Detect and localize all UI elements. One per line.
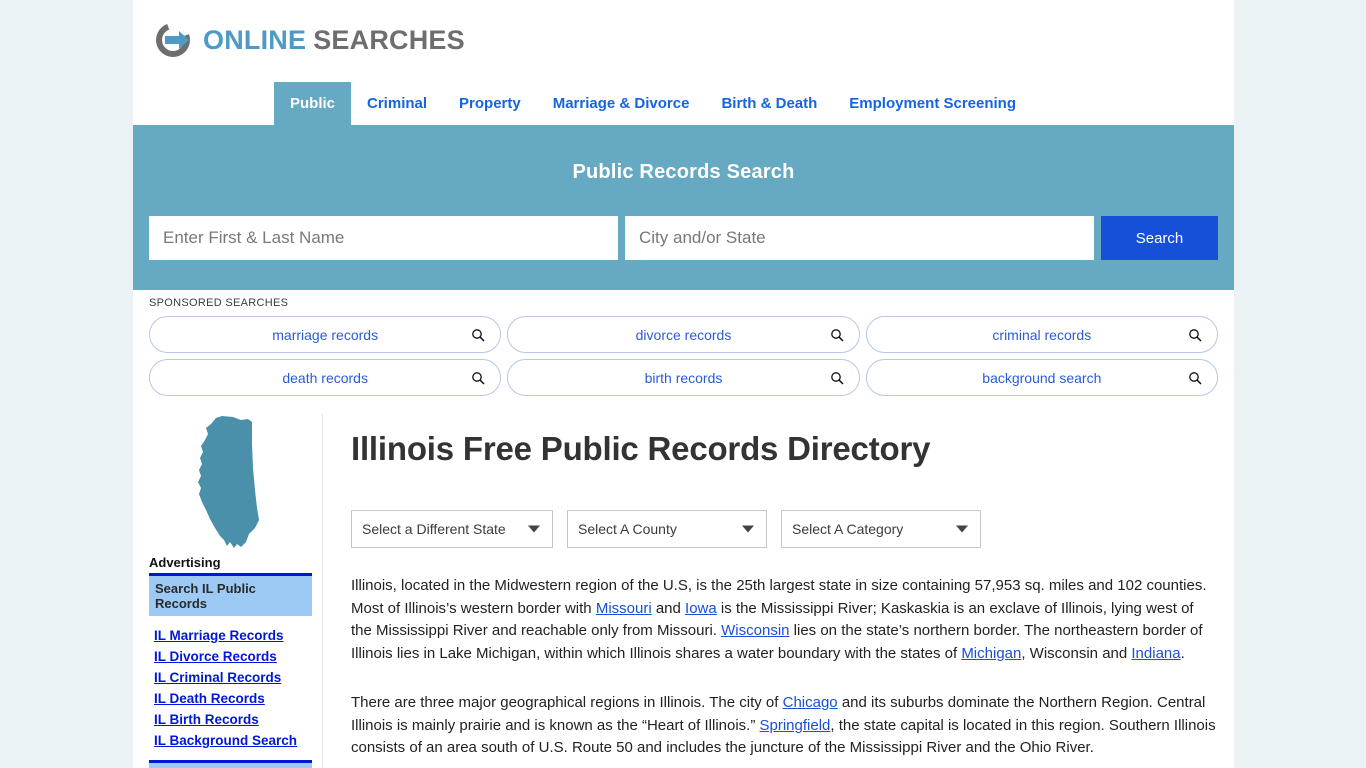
advertising-label: Advertising bbox=[149, 555, 221, 570]
tab-public[interactable]: Public bbox=[274, 82, 352, 125]
paragraph-text: , Wisconsin and bbox=[1021, 644, 1132, 662]
link-michigan[interactable]: Michigan bbox=[961, 645, 1021, 662]
select-county-dropdown[interactable]: Select A County bbox=[567, 510, 767, 548]
magnifier-icon bbox=[830, 371, 844, 385]
sponsored-chip-row-1: marriage records divorce records crimina… bbox=[149, 316, 1218, 353]
link-indiana[interactable]: Indiana bbox=[1131, 645, 1180, 662]
magnifier-icon bbox=[830, 328, 844, 342]
select-category-dropdown[interactable]: Select A Category bbox=[781, 510, 981, 548]
sidebar-link-il-divorce-records[interactable]: IL Divorce Records bbox=[154, 649, 312, 664]
chip-label: birth records bbox=[644, 369, 723, 386]
sidebar-ad-links: IL Marriage Records IL Divorce Records I… bbox=[149, 628, 312, 748]
sponsored-chip-marriage-records[interactable]: marriage records bbox=[149, 316, 502, 353]
intro-paragraph-2: There are three major geographical regio… bbox=[351, 692, 1218, 760]
magnifier-icon bbox=[471, 328, 485, 342]
page-title: Illinois Free Public Records Directory bbox=[351, 430, 931, 467]
name-search-input[interactable] bbox=[149, 216, 618, 260]
chevron-down-icon bbox=[956, 525, 968, 533]
tab-marriage-divorce[interactable]: Marriage & Divorce bbox=[537, 82, 706, 125]
chevron-down-icon bbox=[742, 525, 754, 533]
site-logo[interactable]: ONLINE SEARCHES bbox=[151, 18, 465, 62]
link-missouri[interactable]: Missouri bbox=[596, 600, 652, 617]
illinois-state-map-icon bbox=[189, 416, 273, 554]
state-map-wrap bbox=[149, 414, 312, 550]
search-il-public-records-header[interactable]: Search IL Public Records bbox=[149, 573, 312, 616]
link-wisconsin[interactable]: Wisconsin bbox=[721, 622, 789, 639]
sponsored-chip-birth-records[interactable]: birth records bbox=[507, 359, 860, 396]
link-iowa[interactable]: Iowa bbox=[685, 600, 717, 617]
sponsored-chip-divorce-records[interactable]: divorce records bbox=[507, 316, 860, 353]
sidebar: Advertising Search IL Public Records IL … bbox=[149, 414, 323, 768]
sponsored-searches-label: SPONSORED SEARCHES bbox=[149, 297, 289, 309]
select-category-value: Select A Category bbox=[792, 521, 904, 537]
main-navigation: Public Criminal Property Marriage & Divo… bbox=[133, 82, 1234, 125]
paragraph-text: . bbox=[1180, 644, 1185, 662]
sidebar-link-il-birth-records[interactable]: IL Birth Records bbox=[154, 712, 312, 727]
link-springfield[interactable]: Springfield bbox=[760, 717, 831, 734]
logo-wordmark: ONLINE SEARCHES bbox=[203, 25, 465, 56]
search-button[interactable]: Search bbox=[1101, 216, 1218, 260]
search-form: Search bbox=[149, 216, 1218, 260]
page-container: ONLINE SEARCHES Public Criminal Property … bbox=[133, 0, 1234, 768]
sponsored-chip-row-2: death records birth records background s… bbox=[149, 359, 1218, 396]
location-search-input[interactable] bbox=[625, 216, 1094, 260]
public-records-search-panel: Public Records Search Search bbox=[133, 125, 1234, 290]
magnifier-icon bbox=[471, 371, 485, 385]
sponsored-chip-death-records[interactable]: death records bbox=[149, 359, 502, 396]
sidebar-link-il-criminal-records[interactable]: IL Criminal Records bbox=[154, 670, 312, 685]
select-county-value: Select A County bbox=[578, 521, 677, 537]
paragraph-text: and bbox=[651, 599, 686, 617]
content-area: Advertising Search IL Public Records IL … bbox=[133, 402, 1234, 768]
link-chicago[interactable]: Chicago bbox=[783, 694, 838, 711]
chip-label: divorce records bbox=[635, 326, 732, 343]
tab-criminal[interactable]: Criminal bbox=[351, 82, 443, 125]
search-records-by-name-header[interactable]: Search Records By Name bbox=[149, 760, 312, 768]
circular-arrow-icon bbox=[151, 18, 195, 62]
main-column: Illinois Free Public Records Directory S… bbox=[323, 414, 1218, 768]
chip-label: background search bbox=[982, 369, 1102, 386]
select-state-dropdown[interactable]: Select a Different State bbox=[351, 510, 553, 548]
sidebar-link-il-background-search[interactable]: IL Background Search bbox=[154, 733, 312, 748]
logo-word-searches: SEARCHES bbox=[313, 24, 465, 55]
magnifier-icon bbox=[1188, 371, 1202, 385]
chip-label: death records bbox=[282, 369, 368, 386]
logo-word-online: ONLINE bbox=[203, 24, 307, 55]
site-header: ONLINE SEARCHES bbox=[133, 0, 1234, 82]
sidebar-link-il-death-records[interactable]: IL Death Records bbox=[154, 691, 312, 706]
filter-selects: Select a Different State Select A County… bbox=[351, 510, 1218, 548]
chip-label: criminal records bbox=[992, 326, 1092, 343]
chip-label: marriage records bbox=[272, 326, 379, 343]
hero-title: Public Records Search bbox=[572, 161, 795, 183]
sponsored-chip-criminal-records[interactable]: criminal records bbox=[865, 316, 1218, 353]
sidebar-link-il-marriage-records[interactable]: IL Marriage Records bbox=[154, 628, 312, 643]
chevron-down-icon bbox=[528, 525, 540, 533]
tab-property[interactable]: Property bbox=[443, 82, 537, 125]
select-state-value: Select a Different State bbox=[362, 521, 506, 537]
magnifier-icon bbox=[1188, 328, 1202, 342]
intro-paragraph-1: Illinois, located in the Midwestern regi… bbox=[351, 575, 1218, 665]
tab-birth-death[interactable]: Birth & Death bbox=[705, 82, 833, 125]
tab-employment-screening[interactable]: Employment Screening bbox=[833, 82, 1032, 125]
sponsored-searches-section: SPONSORED SEARCHES marriage records divo… bbox=[133, 290, 1234, 396]
paragraph-text: There are three major geographical regio… bbox=[351, 694, 783, 711]
sponsored-chip-background-search[interactable]: background search bbox=[865, 359, 1218, 396]
